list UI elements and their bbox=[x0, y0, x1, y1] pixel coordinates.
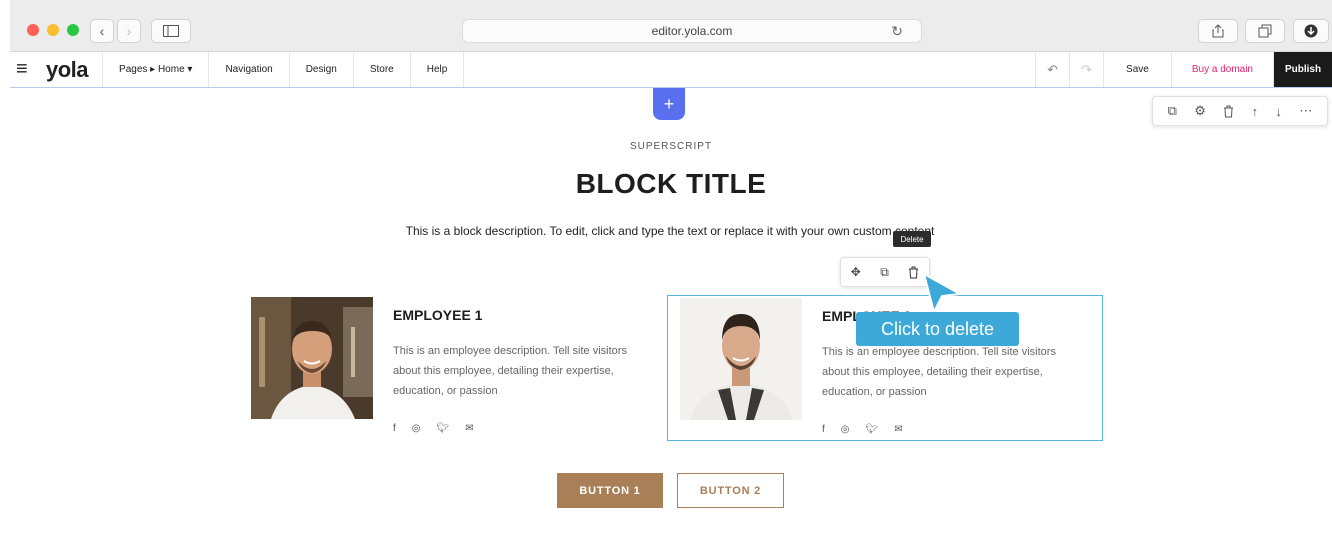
share-button[interactable] bbox=[1198, 19, 1238, 43]
store-menu[interactable]: Store bbox=[354, 52, 411, 87]
maximize-window-button[interactable] bbox=[67, 24, 79, 36]
navigation-menu[interactable]: Navigation bbox=[209, 52, 290, 87]
move-up-icon[interactable]: ↑ bbox=[1252, 104, 1259, 119]
block-description[interactable]: This is a block description. To edit, cl… bbox=[390, 221, 950, 242]
plus-icon: + bbox=[663, 93, 675, 114]
facebook-icon[interactable]: f bbox=[393, 423, 396, 434]
redo-icon[interactable]: ↷ bbox=[1070, 52, 1105, 87]
browser-chrome: ‹ › editor.yola.com ↻ bbox=[10, 0, 1332, 52]
chevron-left-icon: ‹ bbox=[99, 23, 105, 39]
social-links: f ◎ 🐦︎ ✉ bbox=[393, 423, 474, 434]
twitter-icon[interactable]: 🐦︎ bbox=[866, 424, 879, 435]
button-2[interactable]: BUTTON 2 bbox=[677, 473, 784, 508]
browser-window: ‹ › editor.yola.com ↻ ≡ yola Pages ▸ Hom… bbox=[10, 0, 1332, 557]
address-bar[interactable]: editor.yola.com ↻ bbox=[462, 19, 922, 43]
employee-name[interactable]: EMPLOYEE 1 bbox=[393, 307, 482, 323]
undo-icon[interactable]: ↶ bbox=[1036, 52, 1071, 87]
minimize-window-button[interactable] bbox=[47, 24, 59, 36]
twitter-icon[interactable]: 🐦︎ bbox=[437, 423, 450, 434]
duplicate-icon[interactable]: ⧉ bbox=[880, 265, 889, 280]
more-icon[interactable]: ⋯ bbox=[1299, 103, 1312, 119]
duplicate-icon[interactable]: ⧉ bbox=[1168, 103, 1177, 119]
pointer-cursor-icon bbox=[922, 272, 962, 314]
element-toolbar: ✥ ⧉ bbox=[840, 257, 930, 287]
block-title[interactable]: BLOCK TITLE bbox=[10, 168, 1332, 200]
block-toolbar: ⧉ ⚙ ↑ ↓ ⋯ bbox=[1152, 96, 1328, 126]
delete-tooltip: Delete bbox=[893, 231, 931, 247]
hamburger-menu-icon[interactable]: ≡ bbox=[10, 52, 40, 87]
pages-menu[interactable]: Pages ▸ Home ▾ bbox=[103, 52, 210, 87]
click-to-delete-callout: Click to delete bbox=[856, 312, 1019, 346]
downloads-button[interactable] bbox=[1293, 19, 1329, 43]
employee-card[interactable]: EMPLOYEE 1 This is an employee descripti… bbox=[246, 295, 666, 441]
close-window-button[interactable] bbox=[27, 24, 39, 36]
move-icon[interactable]: ✥ bbox=[851, 265, 861, 279]
employee-photo[interactable] bbox=[251, 297, 373, 419]
facebook-icon[interactable]: f bbox=[822, 424, 825, 435]
design-menu[interactable]: Design bbox=[290, 52, 354, 87]
move-down-icon[interactable]: ↓ bbox=[1275, 104, 1282, 119]
button-1[interactable]: BUTTON 1 bbox=[557, 473, 663, 508]
employee-description[interactable]: This is an employee description. Tell si… bbox=[393, 341, 653, 401]
share-icon bbox=[1212, 24, 1224, 38]
trash-icon[interactable] bbox=[908, 266, 919, 279]
email-icon[interactable]: ✉ bbox=[894, 424, 902, 435]
buy-domain-button[interactable]: Buy a domain bbox=[1172, 52, 1274, 87]
save-button[interactable]: Save bbox=[1104, 52, 1172, 87]
email-icon[interactable]: ✉ bbox=[465, 423, 473, 434]
employee-photo[interactable] bbox=[680, 298, 802, 420]
sidebar-icon bbox=[163, 25, 179, 37]
trash-icon[interactable] bbox=[1223, 105, 1234, 118]
toolbar-spacer bbox=[464, 52, 1037, 87]
social-links: f ◎ 🐦︎ ✉ bbox=[822, 424, 903, 435]
url-text: editor.yola.com bbox=[651, 24, 733, 38]
chevron-right-icon: › bbox=[126, 23, 132, 39]
forward-button[interactable]: › bbox=[117, 19, 141, 43]
settings-icon[interactable]: ⚙ bbox=[1194, 103, 1206, 119]
instagram-icon[interactable]: ◎ bbox=[412, 423, 421, 434]
tabs-button[interactable] bbox=[1245, 19, 1285, 43]
help-menu[interactable]: Help bbox=[411, 52, 465, 87]
download-icon bbox=[1304, 24, 1318, 38]
editor-toolbar: ≡ yola Pages ▸ Home ▾ Navigation Design … bbox=[10, 52, 1332, 88]
sidebar-toggle-button[interactable] bbox=[151, 19, 191, 43]
yola-logo: yola bbox=[40, 52, 104, 87]
add-block-button[interactable]: + bbox=[653, 88, 685, 120]
tabs-icon bbox=[1258, 24, 1272, 38]
instagram-icon[interactable]: ◎ bbox=[841, 424, 850, 435]
employee-description[interactable]: This is an employee description. Tell si… bbox=[822, 342, 1082, 402]
back-button[interactable]: ‹ bbox=[90, 19, 114, 43]
block-superscript[interactable]: SUPERSCRIPT bbox=[10, 141, 1332, 152]
reload-icon[interactable]: ↻ bbox=[891, 23, 903, 40]
publish-button[interactable]: Publish bbox=[1274, 52, 1332, 87]
